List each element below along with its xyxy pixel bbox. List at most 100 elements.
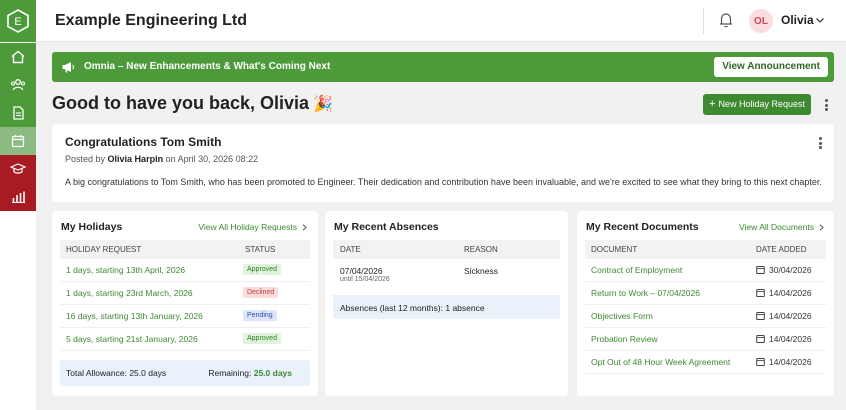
greeting-text: Good to have you back, Olivia — [52, 93, 310, 113]
my-recent-documents-card: My Recent Documents View All Documents D… — [577, 211, 834, 396]
table-row[interactable]: Contract of Employment 30/04/2026 — [585, 259, 826, 282]
remaining-value: 25.0 days — [253, 368, 292, 378]
page-title: Good to have you back, Olivia 🎉 — [52, 93, 333, 114]
post-author: Olivia Harpin — [107, 154, 164, 164]
table-row[interactable]: Return to Work – 07/04/2026 14/04/2026 — [585, 282, 826, 305]
my-recent-absences-card: My Recent Absences DATE REASON 07/04/202… — [325, 211, 568, 396]
sidebar-item-people[interactable] — [0, 71, 36, 99]
remaining-label: Remaining: — [208, 368, 252, 378]
user-name[interactable]: Olivia — [781, 13, 814, 27]
sidebar-item-documents[interactable] — [0, 99, 36, 127]
sidebar-item-home[interactable] — [0, 43, 36, 71]
my-recent-documents-title: My Recent Documents — [586, 221, 699, 233]
logo-hexagon-icon: E — [7, 9, 29, 33]
header-divider — [703, 8, 704, 34]
sidebar: E — [0, 0, 36, 410]
documents-table-header: DOCUMENT DATE ADDED — [585, 240, 826, 259]
my-holidays-title: My Holidays — [61, 221, 123, 233]
my-holidays-card: My Holidays View All Holiday Requests HO… — [52, 211, 318, 396]
document-icon — [13, 106, 24, 120]
chevron-right-icon — [819, 223, 824, 231]
post-options-icon[interactable] — [816, 136, 824, 150]
view-all-documents-label: View All Documents — [739, 222, 814, 232]
company-name: Example Engineering Ltd — [55, 12, 248, 29]
absences-summary-text: Absences (last 12 months): 1 absence — [340, 303, 485, 313]
view-all-holiday-requests-label: View All Holiday Requests — [198, 222, 297, 232]
home-icon — [11, 50, 25, 64]
calendar-icon — [756, 266, 765, 274]
table-row[interactable]: 1 days, starting 13th April, 2026 Approv… — [60, 259, 310, 282]
announcement-banner: Omnia – New Enhancements & What's Coming… — [52, 52, 834, 82]
total-allowance: Total Allowance: 25.0 days — [66, 368, 167, 378]
status-badge: Pending — [243, 310, 277, 321]
calendar-icon — [756, 289, 765, 297]
view-all-holiday-requests-link[interactable]: View All Holiday Requests — [198, 222, 308, 232]
document-date: 14/04/2026 — [769, 288, 812, 298]
document-date: 30/04/2026 — [769, 265, 812, 275]
post-date: on April 30, 2026 08:22 — [165, 154, 259, 164]
graduation-cap-icon — [10, 163, 26, 174]
sidebar-item-calendar[interactable] — [0, 127, 36, 155]
calendar-icon — [756, 335, 765, 343]
document-date: 14/04/2026 — [769, 311, 812, 321]
column-header-date: DATE — [340, 245, 361, 254]
document-link[interactable]: Objectives Form — [591, 311, 653, 321]
new-holiday-request-button[interactable]: + New Holiday Request — [703, 94, 811, 115]
document-link[interactable]: Opt Out of 48 Hour Week Agreement — [591, 357, 730, 367]
chevron-down-icon[interactable] — [815, 15, 825, 25]
column-header-holiday-request: HOLIDAY REQUEST — [66, 245, 142, 254]
view-announcement-button[interactable]: View Announcement — [714, 57, 828, 77]
notification-bell-icon[interactable] — [717, 11, 735, 29]
post-body: A big congratulations to Tom Smith, who … — [65, 177, 822, 187]
new-holiday-request-label: New Holiday Request — [718, 99, 805, 109]
chevron-right-icon — [302, 223, 307, 231]
plus-icon: + — [709, 98, 716, 110]
sidebar-item-reports[interactable] — [0, 183, 36, 211]
column-header-date-added: DATE ADDED — [756, 245, 807, 254]
remaining-allowance: Remaining: 25.0 days — [208, 368, 292, 378]
table-row[interactable]: Opt Out of 48 Hour Week Agreement 14/04/… — [585, 351, 826, 374]
more-options-icon[interactable] — [822, 98, 830, 112]
sidebar-item-training[interactable] — [0, 155, 36, 183]
table-row[interactable]: 1 days, starting 23rd March, 2026 Declin… — [60, 282, 310, 305]
holiday-request-link[interactable]: 1 days, starting 13th April, 2026 — [66, 265, 185, 275]
my-recent-absences-title: My Recent Absences — [334, 221, 439, 233]
holiday-request-link[interactable]: 1 days, starting 23rd March, 2026 — [66, 288, 193, 298]
document-link[interactable]: Probation Review — [591, 334, 658, 344]
table-row[interactable]: Probation Review 14/04/2026 — [585, 328, 826, 351]
post-title: Congratulations Tom Smith — [65, 135, 222, 149]
calendar-icon — [756, 358, 765, 366]
absence-until: until 15/04/2026 — [340, 276, 390, 283]
document-date: 14/04/2026 — [769, 357, 812, 367]
document-link[interactable]: Contract of Employment — [591, 265, 682, 275]
megaphone-icon — [62, 62, 74, 73]
calendar-icon — [11, 135, 25, 148]
column-header-reason: REASON — [464, 245, 498, 254]
table-row[interactable]: 5 days, starting 21st January, 2026 Appr… — [60, 328, 310, 351]
table-row[interactable]: 16 days, starting 13th January, 2026 Pen… — [60, 305, 310, 328]
calendar-icon — [756, 312, 765, 320]
top-header: Example Engineering Ltd OL Olivia — [36, 0, 846, 42]
document-date: 14/04/2026 — [769, 334, 812, 344]
announcement-text: Omnia – New Enhancements & What's Coming… — [84, 61, 331, 72]
column-header-status: STATUS — [245, 245, 276, 254]
holiday-request-link[interactable]: 5 days, starting 21st January, 2026 — [66, 334, 198, 344]
absences-table-header: DATE REASON — [333, 240, 560, 259]
absences-summary: Absences (last 12 months): 1 absence — [333, 296, 560, 319]
people-icon — [10, 79, 26, 91]
table-row[interactable]: Objectives Form 14/04/2026 — [585, 305, 826, 328]
posted-by-prefix: Posted by — [65, 154, 106, 164]
app-logo[interactable]: E — [0, 0, 36, 42]
table-row: 07/04/2026 until 15/04/2026 Sickness — [333, 259, 560, 296]
absence-date: 07/04/2026 — [340, 266, 383, 276]
view-all-documents-link[interactable]: View All Documents — [739, 222, 825, 232]
document-link[interactable]: Return to Work – 07/04/2026 — [591, 288, 700, 298]
post-meta: Posted by Olivia Harpin on April 30, 202… — [65, 154, 258, 164]
holiday-request-link[interactable]: 16 days, starting 13th January, 2026 — [66, 311, 203, 321]
holiday-allowance-summary: Total Allowance: 25.0 days Remaining: 25… — [60, 360, 310, 386]
absence-reason: Sickness — [464, 266, 499, 276]
holidays-table-header: HOLIDAY REQUEST STATUS — [60, 240, 310, 259]
status-badge: Approved — [243, 264, 281, 275]
status-badge: Approved — [243, 333, 281, 344]
user-avatar[interactable]: OL — [749, 9, 773, 33]
